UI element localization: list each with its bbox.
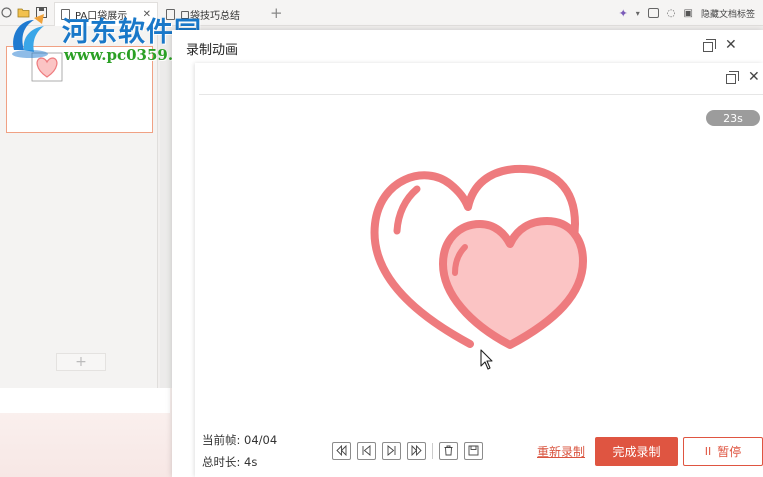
chat-icon[interactable]: ◌: [667, 8, 676, 19]
restore-icon[interactable]: [703, 39, 716, 52]
chevron-down-icon[interactable]: ▾: [636, 9, 640, 18]
add-tab-icon[interactable]: +: [270, 4, 283, 22]
hearts-animation-preview: [370, 164, 587, 349]
step-back-button[interactable]: [357, 441, 376, 460]
fast-forward-button[interactable]: [407, 441, 426, 460]
mouse-cursor-icon: [480, 349, 493, 370]
current-frame-label: 当前帧: 04/04: [202, 433, 278, 447]
rewind-icon: [336, 445, 347, 456]
add-slide-button[interactable]: +: [56, 353, 106, 371]
hide-tags-button[interactable]: 隐藏文档标签: [701, 7, 755, 20]
playback-controls: [332, 441, 489, 460]
step-back-icon: [362, 445, 371, 456]
pause-button[interactable]: II 暂停: [683, 437, 763, 466]
divider: [199, 94, 763, 95]
close-icon[interactable]: ✕: [748, 69, 760, 85]
total-duration-label: 总时长: 4s: [202, 455, 258, 469]
watermark-logo: [12, 14, 48, 58]
restore-icon[interactable]: [726, 71, 739, 84]
close-icon[interactable]: ✕: [725, 37, 737, 53]
rerecord-button[interactable]: 重新录制: [537, 443, 585, 460]
fast-forward-icon: [411, 445, 422, 456]
hide-tags-icon[interactable]: ▣: [684, 8, 693, 19]
recording-preview-dialog: ✕ 23s 当前帧: 04/04 总时长: 4s 重新录制 完成录制 II 暂停: [195, 63, 763, 477]
dialog-title: 录制动画: [186, 43, 239, 58]
control-separator: [432, 442, 433, 459]
finish-recording-button[interactable]: 完成录制: [595, 437, 678, 466]
save-icon: [468, 445, 479, 456]
slide-panel: +: [0, 26, 158, 388]
step-forward-icon: [387, 445, 396, 456]
pause-icon: II: [704, 445, 712, 458]
timer-badge: 23s: [706, 110, 760, 126]
pause-label: 暂停: [717, 445, 742, 459]
mail-icon[interactable]: [647, 8, 659, 18]
delete-frame-button[interactable]: [439, 441, 458, 460]
right-toolbar: ✦ ▾ ◌ ▣ 隐藏文档标签: [619, 5, 755, 21]
step-forward-button[interactable]: [382, 441, 401, 460]
save-frame-button[interactable]: [464, 441, 483, 460]
magic-icon[interactable]: ✦: [619, 7, 628, 20]
status-strip: [0, 388, 170, 413]
delete-icon: [444, 445, 453, 456]
rewind-button[interactable]: [332, 441, 351, 460]
